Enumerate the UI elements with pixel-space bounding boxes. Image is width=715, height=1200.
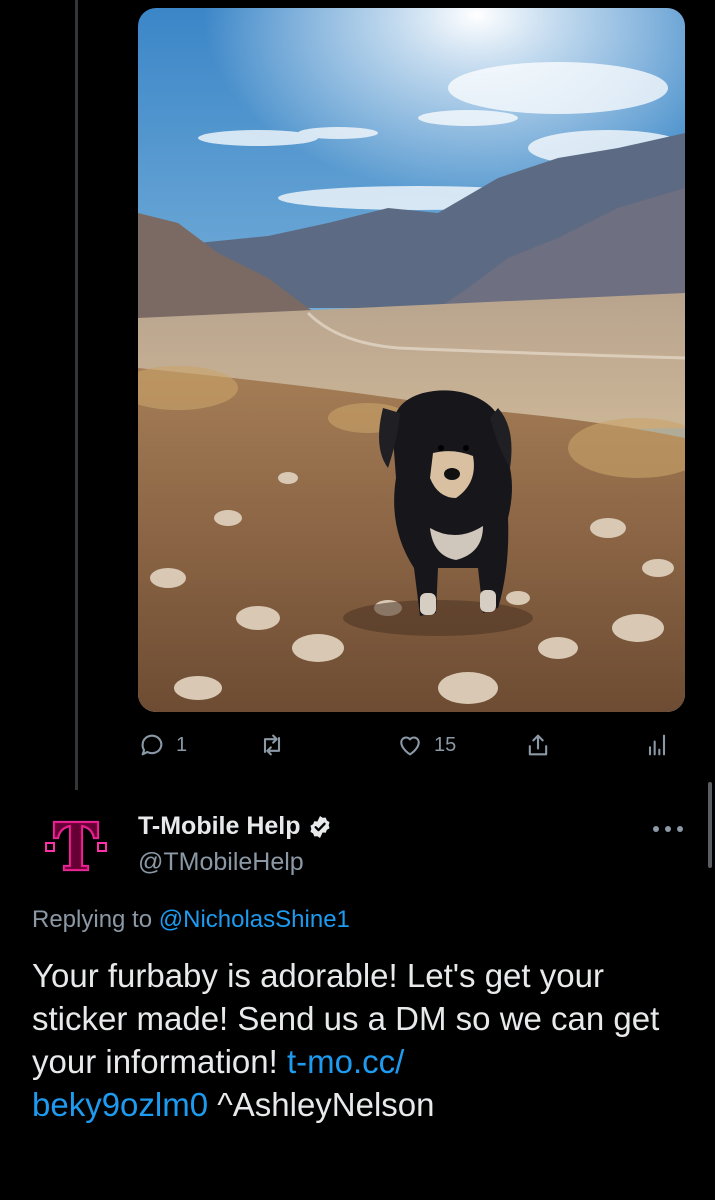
analytics-action[interactable] — [643, 725, 671, 765]
reply-action[interactable]: 1 — [138, 725, 187, 765]
reply-handle[interactable]: @TMobileHelp — [138, 848, 304, 877]
reply-display-name[interactable]: T-Mobile Help — [138, 812, 301, 841]
dog-desert-photo — [138, 8, 685, 712]
tmobile-t-logo-icon — [40, 808, 112, 880]
retweet-icon — [263, 734, 281, 756]
thread-connector-line — [75, 0, 78, 790]
share-action[interactable] — [524, 725, 552, 765]
tweet-photo[interactable] — [138, 8, 685, 712]
reply-text-part2: ^AshleyNelson — [208, 1086, 435, 1123]
tweet-action-bar: 1 15 — [138, 725, 685, 765]
reply-link-part1[interactable]: t-mo.cc/ — [287, 1043, 404, 1080]
reply-bubble-icon — [141, 734, 163, 756]
analytics-bars-icon — [648, 734, 666, 756]
verified-badge-icon — [309, 815, 330, 838]
scroll-indicator[interactable] — [708, 782, 712, 868]
replying-to-mention[interactable]: @NicholasShine1 — [159, 906, 350, 933]
like-action[interactable]: 15 — [396, 725, 456, 765]
replying-to-line: Replying to @NicholasShine1 — [32, 906, 350, 934]
heart-icon — [400, 736, 420, 756]
share-icon — [528, 734, 548, 756]
reply-link-part2[interactable]: beky9ozlm0 — [32, 1086, 208, 1123]
replying-prefix: Replying to — [32, 906, 159, 933]
like-count: 15 — [434, 733, 457, 756]
tmobile-avatar[interactable] — [40, 808, 112, 880]
reply-author-row[interactable]: T-Mobile Help — [138, 812, 333, 841]
more-options-icon[interactable] — [652, 823, 684, 835]
retweet-action[interactable] — [258, 725, 296, 765]
reply-body-text: Your furbaby is adorable! Let's get your… — [32, 954, 682, 1126]
reply-count: 1 — [176, 733, 188, 756]
